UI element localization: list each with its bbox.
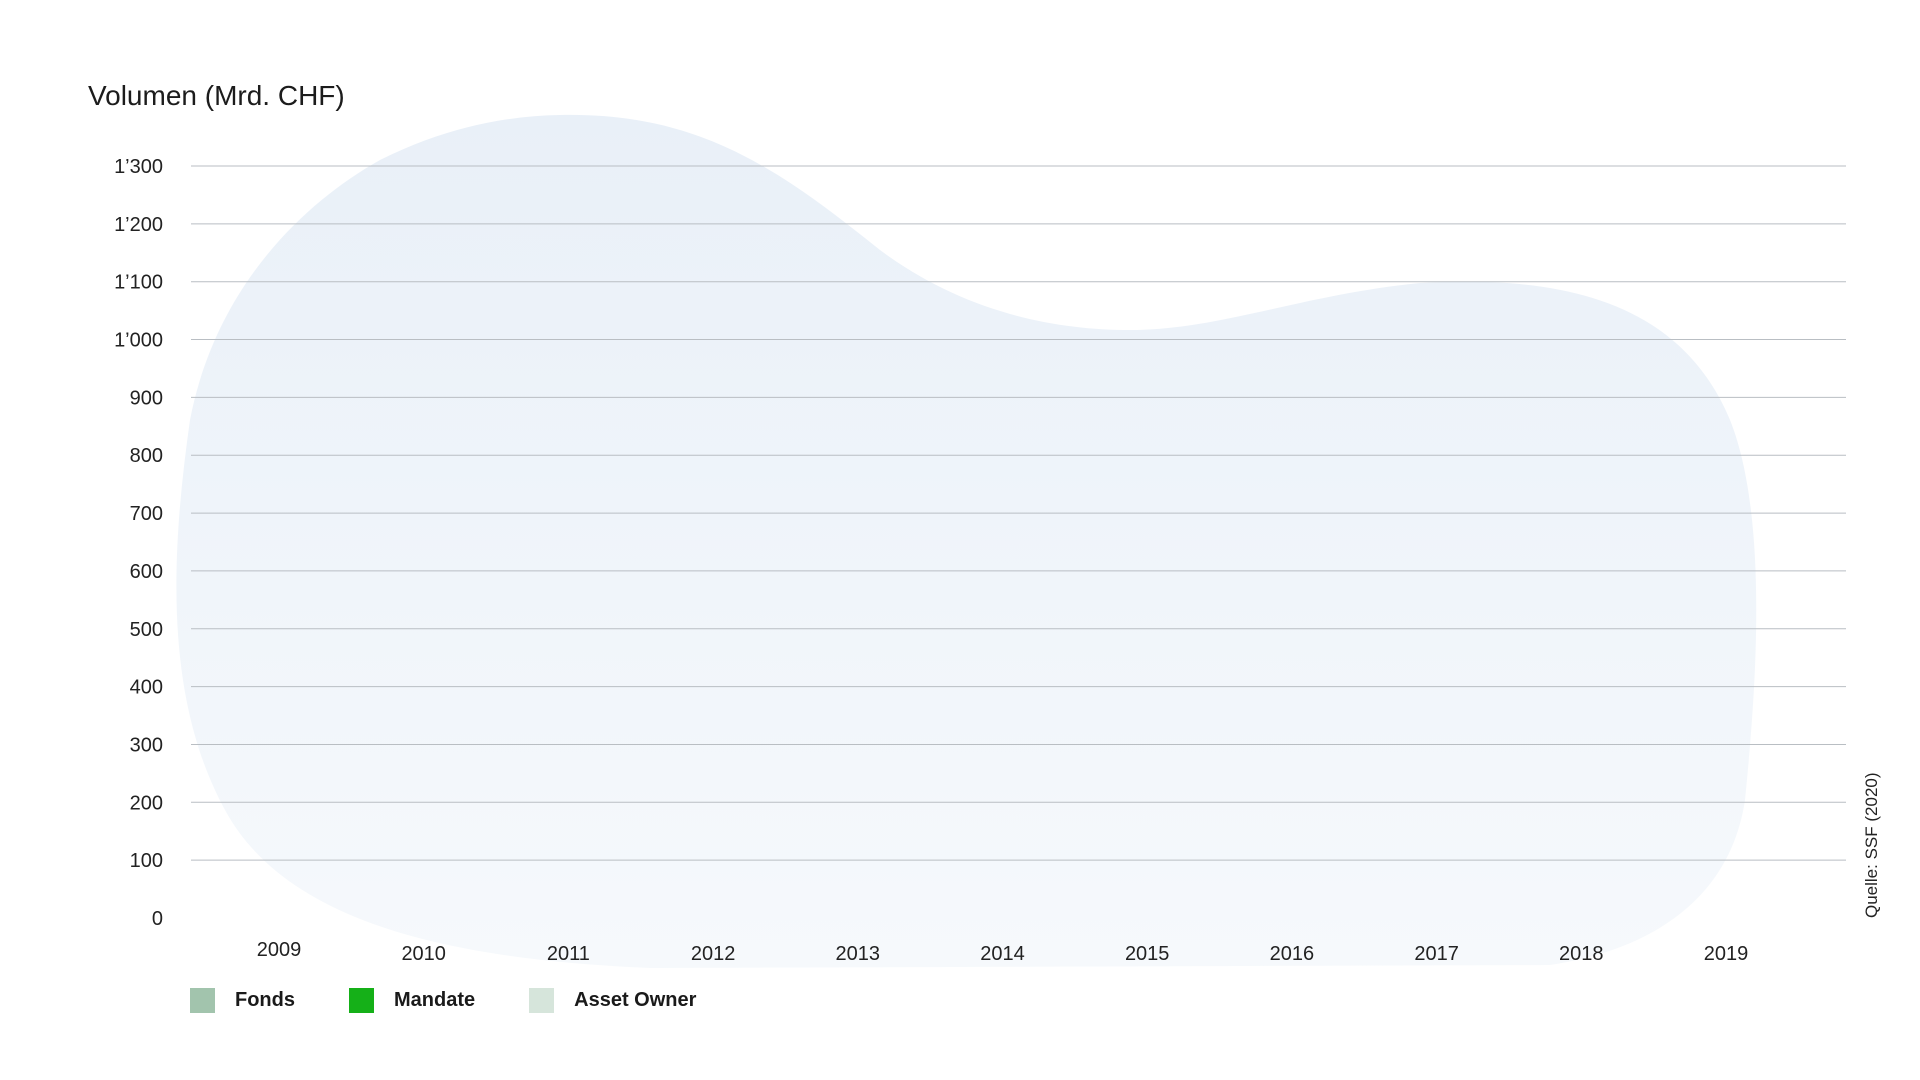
y-tick-label: 0 — [152, 908, 163, 930]
y-tick-label: 1’100 — [114, 272, 163, 294]
legend: Fonds Mandate Asset Owner — [190, 988, 750, 1013]
y-tick-label: 100 — [130, 850, 163, 872]
legend-item: Asset Owner — [529, 988, 696, 1013]
x-tick-label: 2014 — [980, 943, 1025, 965]
y-tick-label: 1’200 — [114, 214, 163, 236]
y-tick-label: 200 — [130, 792, 163, 814]
y-tick-label: 300 — [130, 734, 163, 756]
x-tick-label: 2016 — [1270, 943, 1315, 965]
legend-swatch — [529, 988, 555, 1013]
x-tick-label: 2017 — [1414, 943, 1459, 965]
x-tick-label: 2018 — [1559, 943, 1604, 965]
background-blob — [176, 114, 1757, 969]
y-tick-label: 700 — [130, 503, 163, 525]
x-tick-label: 2011 — [547, 943, 590, 965]
legend-label: Asset Owner — [574, 989, 697, 1011]
legend-label: Fonds — [235, 989, 295, 1011]
x-tick-label: 2010 — [401, 943, 446, 965]
x-tick-label: 2009 — [257, 939, 302, 961]
legend-item: Fonds — [190, 988, 295, 1013]
y-tick-label: 400 — [130, 677, 163, 699]
x-tick-label: 2015 — [1125, 943, 1170, 965]
chart-title: Volumen (Mrd. CHF) — [88, 80, 345, 111]
x-tick-label: 2013 — [836, 943, 881, 965]
legend-swatch — [190, 988, 215, 1013]
legend-label: Mandate — [394, 989, 476, 1011]
chart: 0 100 200 300 400 500 600 700 800 900 1’000 1’100 1’… — [88, 80, 1881, 969]
y-axis: 0 100 200 300 400 500 600 700 800 900 1’000 1’100 1’… — [114, 156, 163, 930]
x-tick-label: 2019 — [1704, 943, 1749, 965]
y-tick-label: 1’000 — [114, 330, 163, 352]
y-tick-label: 1’300 — [114, 156, 163, 178]
y-tick-label: 600 — [130, 561, 163, 583]
legend-item: Mandate — [349, 988, 475, 1013]
x-tick-label: 2012 — [691, 943, 736, 965]
y-tick-label: 500 — [130, 619, 163, 641]
y-tick-label: 800 — [130, 445, 163, 467]
legend-swatch — [349, 988, 374, 1013]
source-note: Quelle: SSF (2020) — [1862, 772, 1881, 918]
y-tick-label: 900 — [130, 387, 163, 409]
